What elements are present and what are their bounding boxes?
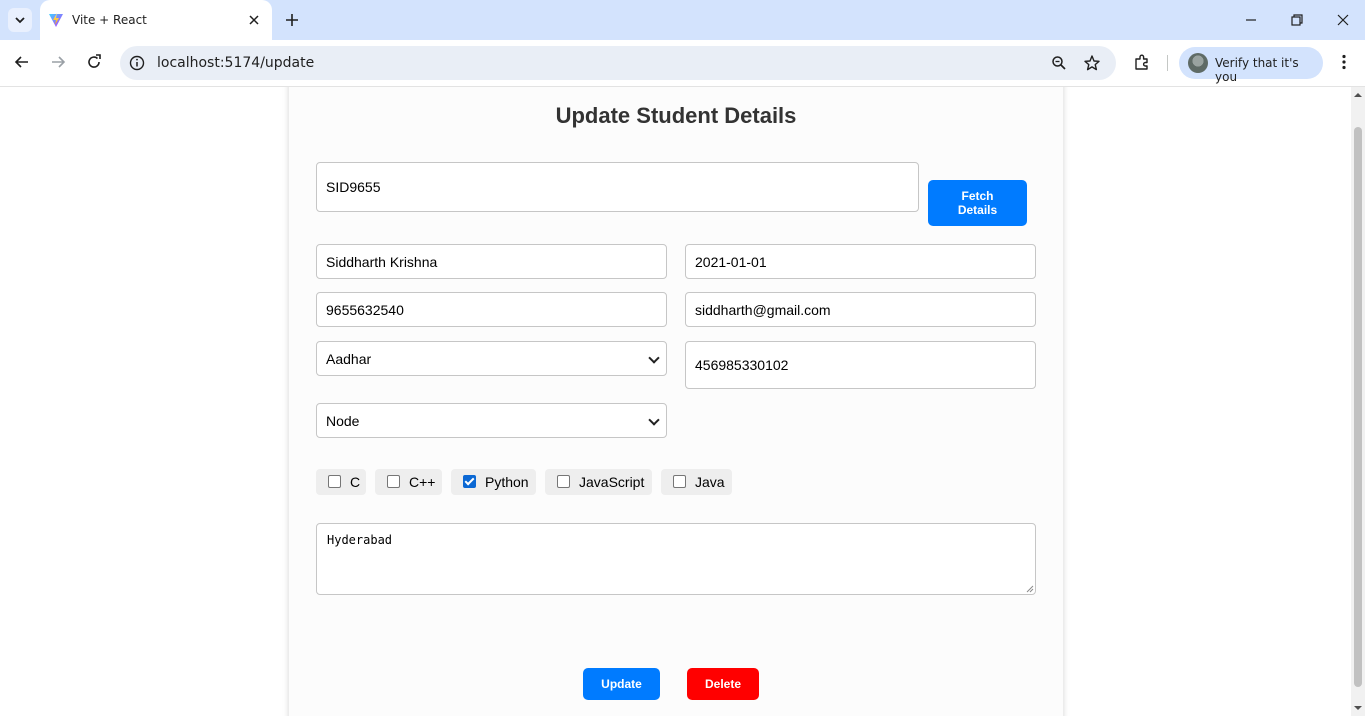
restore-icon[interactable] bbox=[1287, 10, 1307, 30]
window-close-icon[interactable] bbox=[1333, 10, 1353, 30]
skill-label-cpp: C++ bbox=[409, 474, 436, 490]
profile-label: Verify that it's you bbox=[1215, 56, 1299, 84]
tab-strip: Vite + React bbox=[0, 0, 1365, 40]
site-info-icon[interactable] bbox=[128, 54, 146, 72]
id-type-value: Aadhar bbox=[326, 350, 372, 367]
chevron-down-icon bbox=[15, 17, 25, 24]
checkbox-java[interactable] bbox=[673, 474, 686, 488]
tab-title: Vite + React bbox=[72, 13, 147, 27]
address-textarea[interactable]: Hyderabad bbox=[316, 523, 1036, 595]
checkbox-c[interactable] bbox=[328, 474, 341, 488]
id-type-select[interactable]: Aadhar bbox=[316, 341, 667, 376]
delete-label: Delete bbox=[704, 677, 742, 691]
fetch-details-label: Fetch Details bbox=[957, 189, 998, 217]
tab-search-button[interactable] bbox=[8, 8, 32, 32]
skill-label-javascript: JavaScript bbox=[579, 474, 645, 490]
star-icon[interactable] bbox=[1083, 54, 1101, 72]
avatar bbox=[1188, 53, 1208, 73]
scrollbar-thumb[interactable] bbox=[1354, 127, 1362, 687]
url-text[interactable]: localhost:5174/update bbox=[157, 55, 314, 71]
page-viewport: Update Student Details SID9655 Fetch Det… bbox=[0, 87, 1365, 716]
skill-checkbox-javascript[interactable]: JavaScript bbox=[545, 469, 652, 495]
page-title: Update Student Details bbox=[555, 103, 797, 128]
scroll-up-icon[interactable] bbox=[1354, 91, 1362, 99]
skill-label-c: C bbox=[350, 474, 361, 490]
address-text: Hyderabad bbox=[327, 533, 393, 547]
name-input[interactable]: Siddharth Krishna bbox=[316, 244, 667, 279]
update-button[interactable]: Update bbox=[583, 668, 660, 700]
course-select[interactable]: Node bbox=[316, 403, 667, 438]
skill-checkbox-cpp[interactable]: C++ bbox=[375, 469, 442, 495]
checkbox-javascript[interactable] bbox=[557, 474, 570, 488]
back-icon[interactable] bbox=[12, 52, 32, 72]
toolbar-divider bbox=[1167, 55, 1168, 71]
profile-button[interactable]: Verify that it's you bbox=[1179, 47, 1323, 84]
vite-logo-icon bbox=[49, 13, 63, 27]
update-label: Update bbox=[601, 677, 642, 691]
zoom-icon[interactable] bbox=[1050, 54, 1068, 72]
browser-tab[interactable]: Vite + React bbox=[40, 0, 272, 40]
browser-toolbar: localhost:5174/update Verify that it's y… bbox=[0, 40, 1365, 87]
extensions-icon[interactable] bbox=[1132, 52, 1152, 72]
page-scrollbar[interactable] bbox=[1351, 87, 1365, 716]
phone-input[interactable]: 9655632540 bbox=[316, 292, 667, 327]
checkbox-python[interactable] bbox=[463, 474, 476, 488]
address-bar[interactable]: localhost:5174/update bbox=[120, 46, 1116, 80]
email-input[interactable]: siddharth@gmail.com bbox=[685, 292, 1036, 327]
close-icon[interactable] bbox=[246, 12, 262, 28]
skill-label-python: Python bbox=[485, 474, 529, 490]
skill-checkbox-c[interactable]: C bbox=[316, 469, 366, 495]
minimize-icon[interactable] bbox=[1241, 10, 1261, 30]
scroll-down-icon[interactable] bbox=[1354, 704, 1362, 712]
checkbox-cpp[interactable] bbox=[387, 474, 400, 488]
dob-input[interactable]: 2021-01-01 bbox=[685, 244, 1036, 279]
skill-checkbox-java[interactable]: Java bbox=[661, 469, 732, 495]
id-number-input[interactable]: 456985330102 bbox=[685, 341, 1036, 389]
fetch-details-button[interactable]: Fetch Details bbox=[928, 180, 1027, 226]
reload-icon[interactable] bbox=[84, 52, 104, 72]
student-id-input[interactable]: SID9655 bbox=[316, 162, 919, 212]
course-value: Node bbox=[326, 412, 360, 429]
plus-icon[interactable] bbox=[282, 10, 302, 30]
forward-icon[interactable] bbox=[48, 52, 68, 72]
update-form-card: Update Student Details SID9655 Fetch Det… bbox=[289, 87, 1063, 716]
resize-grip-icon[interactable] bbox=[1026, 585, 1034, 593]
kebab-menu-icon[interactable] bbox=[1334, 52, 1354, 72]
skill-checkbox-python[interactable]: Python bbox=[451, 469, 536, 495]
skill-label-java: Java bbox=[695, 474, 725, 490]
delete-button[interactable]: Delete bbox=[687, 668, 759, 700]
